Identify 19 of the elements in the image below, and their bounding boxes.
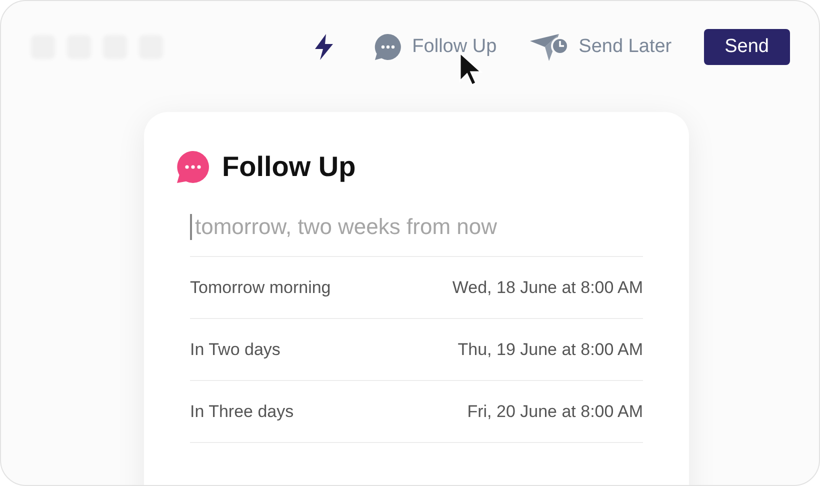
option-row[interactable]: In Two days Thu, 19 June at 8:00 AM — [190, 319, 643, 381]
panel-title: Follow Up — [222, 151, 356, 183]
text-cursor — [190, 214, 192, 240]
send-button[interactable]: Send — [704, 29, 790, 65]
lightning-icon[interactable] — [314, 34, 334, 60]
option-label: Tomorrow morning — [190, 278, 331, 298]
chat-bubble-icon — [176, 150, 210, 184]
option-label: In Two days — [190, 340, 280, 360]
option-row[interactable]: Tomorrow morning Wed, 18 June at 8:00 AM — [190, 257, 643, 319]
send-later-button[interactable]: Send Later — [528, 32, 672, 62]
option-date: Wed, 18 June at 8:00 AM — [452, 278, 643, 298]
option-date: Fri, 20 June at 8:00 AM — [467, 402, 643, 422]
search-field[interactable]: tomorrow, two weeks from now — [192, 214, 643, 240]
chat-bubble-icon — [374, 33, 402, 61]
option-row[interactable]: In Three days Fri, 20 June at 8:00 AM — [190, 381, 643, 443]
paper-plane-clock-icon — [528, 32, 569, 62]
option-date: Thu, 19 June at 8:00 AM — [458, 340, 643, 360]
option-label: In Three days — [190, 402, 294, 422]
follow-up-button[interactable]: Follow Up — [374, 33, 497, 61]
